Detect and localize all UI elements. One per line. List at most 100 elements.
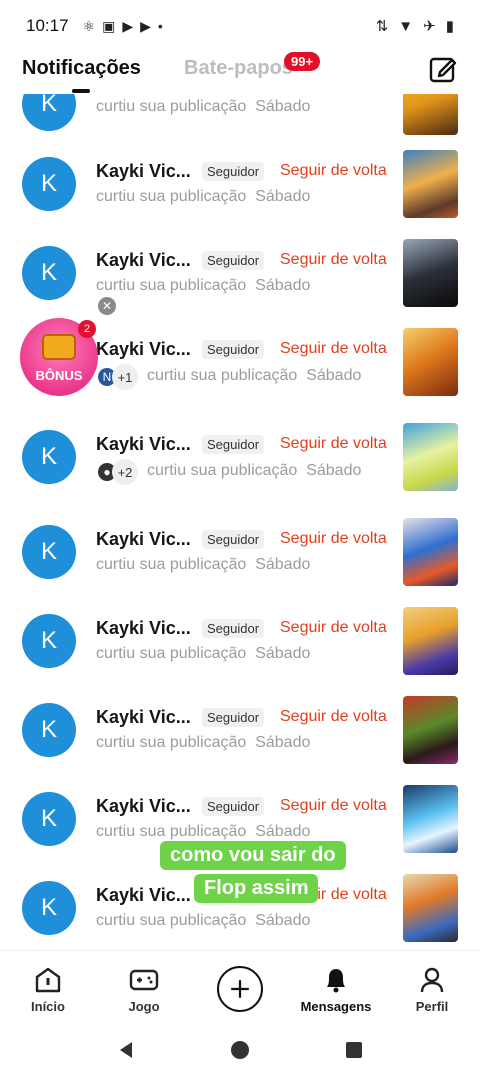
instagram-icon: ▣ — [102, 17, 116, 34]
notification-action: curtiu sua publicação Sábado — [147, 462, 362, 479]
user-name[interactable]: Kayki Vic... — [96, 250, 191, 271]
create-post-button[interactable] — [217, 966, 263, 1012]
bottom-navigation: Início Jogo Mensagens Perfil — [0, 950, 480, 1024]
bonus-widget[interactable]: 2 BÔNUS — [20, 318, 98, 396]
nav-profile[interactable]: Perfil — [384, 951, 480, 1024]
follower-tag: Seguidor — [202, 251, 265, 270]
follower-tag: Seguidor — [202, 708, 265, 727]
status-right-icons: ⇅ ▼ ✈ ▮ — [375, 17, 454, 36]
post-thumbnail[interactable] — [403, 94, 458, 135]
follower-tag: Seguidor — [202, 162, 265, 181]
gamepad-icon — [129, 969, 159, 991]
notification-action: curtiu sua publicação Sábado — [96, 98, 311, 115]
bonus-close-icon[interactable]: ✕ — [98, 297, 116, 315]
follower-tag: Seguidor — [202, 619, 265, 638]
follow-back-button[interactable]: Seguir de volta — [280, 530, 387, 548]
plus-icon — [231, 980, 249, 998]
notification-action: curtiu sua publicação Sábado — [96, 556, 311, 573]
user-name[interactable]: Kayki Vic... — [96, 796, 191, 817]
post-thumbnail[interactable] — [403, 785, 458, 853]
nav-profile-label: Perfil — [415, 999, 449, 1014]
compose-icon[interactable] — [428, 54, 458, 84]
post-thumbnail[interactable] — [403, 423, 458, 491]
notification-action: curtiu sua publicação Sábado — [96, 823, 311, 840]
user-name[interactable]: Kayki Vic... — [96, 161, 191, 182]
bonus-label: BÔNUS — [35, 368, 83, 383]
follow-back-button[interactable]: Seguir de volta — [280, 619, 387, 637]
user-name[interactable]: Kayki Vic... — [96, 618, 191, 639]
wifi-icon: ▼ — [398, 17, 414, 35]
user-name[interactable]: Kayki Vic... — [96, 434, 191, 455]
avatar[interactable]: K — [22, 246, 76, 300]
recents-icon[interactable] — [344, 1040, 364, 1060]
caption-line-1: como vou sair do — [160, 841, 346, 870]
notification-row[interactable]: K Kayki Vic... Seguidor Seguir de volta … — [0, 696, 480, 791]
dot-icon: • — [157, 18, 163, 34]
system-navigation — [0, 1024, 480, 1076]
follow-back-button[interactable]: Seguir de volta — [280, 797, 387, 815]
follow-back-button[interactable]: Seguir de volta — [280, 251, 387, 269]
user-name[interactable]: Kayki Vic... — [96, 885, 191, 906]
notification-action: curtiu sua publicação Sábado — [96, 912, 311, 929]
data-transfer-icon: ⇅ — [375, 18, 389, 35]
avatar[interactable]: K — [22, 703, 76, 757]
status-bar: 10:17 ⚛ ▣ ▶ ▶ • ⇅ ▼ ✈ ▮ — [0, 0, 480, 52]
treasure-chest-icon — [42, 334, 76, 360]
avatar[interactable]: K — [22, 614, 76, 668]
home-circle-icon[interactable] — [230, 1040, 250, 1060]
notification-row[interactable]: K Kayki Vic... Seguidor Seguir de volta … — [0, 423, 480, 518]
follower-tag: Seguidor — [202, 797, 265, 816]
nav-home[interactable]: Início — [0, 951, 96, 1024]
notification-row[interactable]: K Kayki Vic... Seguidor Seguir de volta … — [0, 150, 480, 245]
avatar[interactable]: K — [22, 157, 76, 211]
post-thumbnail[interactable] — [403, 696, 458, 764]
notification-list: K curtiu sua publicação Sábado K Kayki V… — [0, 94, 480, 950]
post-thumbnail[interactable] — [403, 150, 458, 218]
notification-action: curtiu sua publicação Sábado — [147, 367, 362, 384]
post-thumbnail[interactable] — [403, 328, 458, 396]
post-thumbnail[interactable] — [403, 874, 458, 942]
notification-action: curtiu sua publicação Sábado — [96, 734, 311, 751]
more-users-count: +2 — [112, 459, 138, 485]
tab-chats[interactable]: Bate-papos — [184, 57, 293, 80]
notification-action: curtiu sua publicação Sábado — [96, 277, 311, 294]
follower-tag: Seguidor — [202, 530, 265, 549]
top-tabs: Notificações Bate-papos 99+ — [0, 52, 480, 94]
app-notification-icon: ⚛ — [82, 17, 96, 34]
youtube-icon: ▶ — [122, 17, 134, 34]
notification-row[interactable]: K curtiu sua publicação Sábado — [0, 94, 480, 156]
post-thumbnail[interactable] — [403, 607, 458, 675]
follow-back-button[interactable]: Seguir de volta — [280, 435, 387, 453]
post-thumbnail[interactable] — [403, 518, 458, 586]
caption-line-2: Flop assim — [194, 874, 319, 903]
follower-tag: Seguidor — [202, 340, 265, 359]
back-icon[interactable] — [116, 1040, 136, 1060]
user-name[interactable]: Kayki Vic... — [96, 529, 191, 550]
notification-row[interactable]: K Kayki Vic... Seguidor Seguir de volta … — [0, 607, 480, 702]
status-time: 10:17 — [26, 16, 69, 35]
bonus-count-badge: 2 — [78, 320, 96, 338]
nav-game[interactable]: Jogo — [96, 951, 192, 1024]
battery-icon: ▮ — [445, 18, 454, 35]
chats-badge: 99+ — [284, 52, 321, 71]
user-name[interactable]: Kayki Vic... — [96, 339, 191, 360]
follower-tag: Seguidor — [202, 435, 265, 454]
avatar[interactable]: K — [22, 94, 76, 131]
profile-icon — [420, 967, 444, 993]
user-name[interactable]: Kayki Vic... — [96, 707, 191, 728]
nav-create[interactable] — [192, 951, 288, 1024]
avatar[interactable]: K — [22, 525, 76, 579]
avatar[interactable]: K — [22, 881, 76, 935]
avatar[interactable]: K — [22, 430, 76, 484]
nav-messages[interactable]: Mensagens — [288, 951, 384, 1024]
follow-back-button[interactable]: Seguir de volta — [280, 340, 387, 358]
avatar[interactable]: K — [22, 792, 76, 846]
follow-back-button[interactable]: Seguir de volta — [280, 708, 387, 726]
nav-game-label: Jogo — [128, 999, 160, 1014]
tab-notifications[interactable]: Notificações — [22, 57, 141, 80]
bell-icon — [327, 969, 345, 993]
post-thumbnail[interactable] — [403, 239, 458, 307]
follow-back-button[interactable]: Seguir de volta — [280, 162, 387, 180]
notification-row[interactable]: K Kayki Vic... Seguidor Seguir de volta … — [0, 518, 480, 613]
nav-home-label: Início — [31, 999, 65, 1014]
